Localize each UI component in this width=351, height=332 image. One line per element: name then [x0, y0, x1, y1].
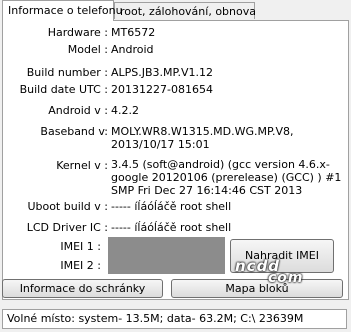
android-version-value: 4.2.2: [111, 104, 139, 117]
kernel-value: 3.4.5 (soft@android) (gcc version 4.6.x-…: [111, 158, 342, 197]
baseband-value: MOLY.WR8.W1315.MD.WG.MP.V8, 2013/10/17 1…: [111, 125, 294, 151]
kernel-label: Kernel v :: [56, 159, 108, 172]
hardware-value: MT6572: [111, 26, 156, 39]
tab-root-backup-restore[interactable]: root, zálohování, obnova: [114, 2, 256, 19]
build-date-value: 20131227-081654: [111, 83, 213, 96]
baseband-label: Baseband v:: [40, 125, 108, 138]
build-number-value: ALPS.JB3.MP.V1.12: [111, 66, 213, 79]
lcd-driver-value: ----- íĺáóĺáčě root shell: [111, 221, 232, 234]
build-date-label: Build date UTC :: [19, 83, 108, 96]
model-label: Model :: [67, 43, 108, 56]
status-bar-free-space: Volné místo: system- 13.5M; data- 63.2M;…: [2, 309, 347, 329]
lcd-driver-label: LCD Driver IC :: [26, 221, 108, 234]
copy-info-button[interactable]: Informace do schránky: [2, 279, 163, 298]
tab-phone-info[interactable]: Informace o telefonu: [2, 0, 123, 21]
imei1-label: IMEI 1 :: [60, 240, 101, 253]
watermark-logo-suffix: com: [268, 270, 304, 286]
phone-info-panel: Hardware : MT6572 Model : Android Build …: [2, 20, 349, 300]
build-number-label: Build number :: [26, 66, 108, 79]
tab-strip: Informace o telefonu root, zálohování, o…: [0, 0, 351, 21]
hardware-label: Hardware :: [47, 26, 108, 39]
imei-redacted-box: [108, 237, 225, 274]
uboot-value: ----- íĺáóĺáčě root shell: [111, 200, 232, 213]
android-version-label: Android v :: [48, 104, 108, 117]
imei2-label: IMEI 2 :: [60, 259, 101, 272]
model-value: Android: [111, 43, 154, 56]
block-map-button[interactable]: Mapa bloků: [171, 279, 343, 298]
uboot-label: Uboot build v :: [27, 200, 108, 213]
